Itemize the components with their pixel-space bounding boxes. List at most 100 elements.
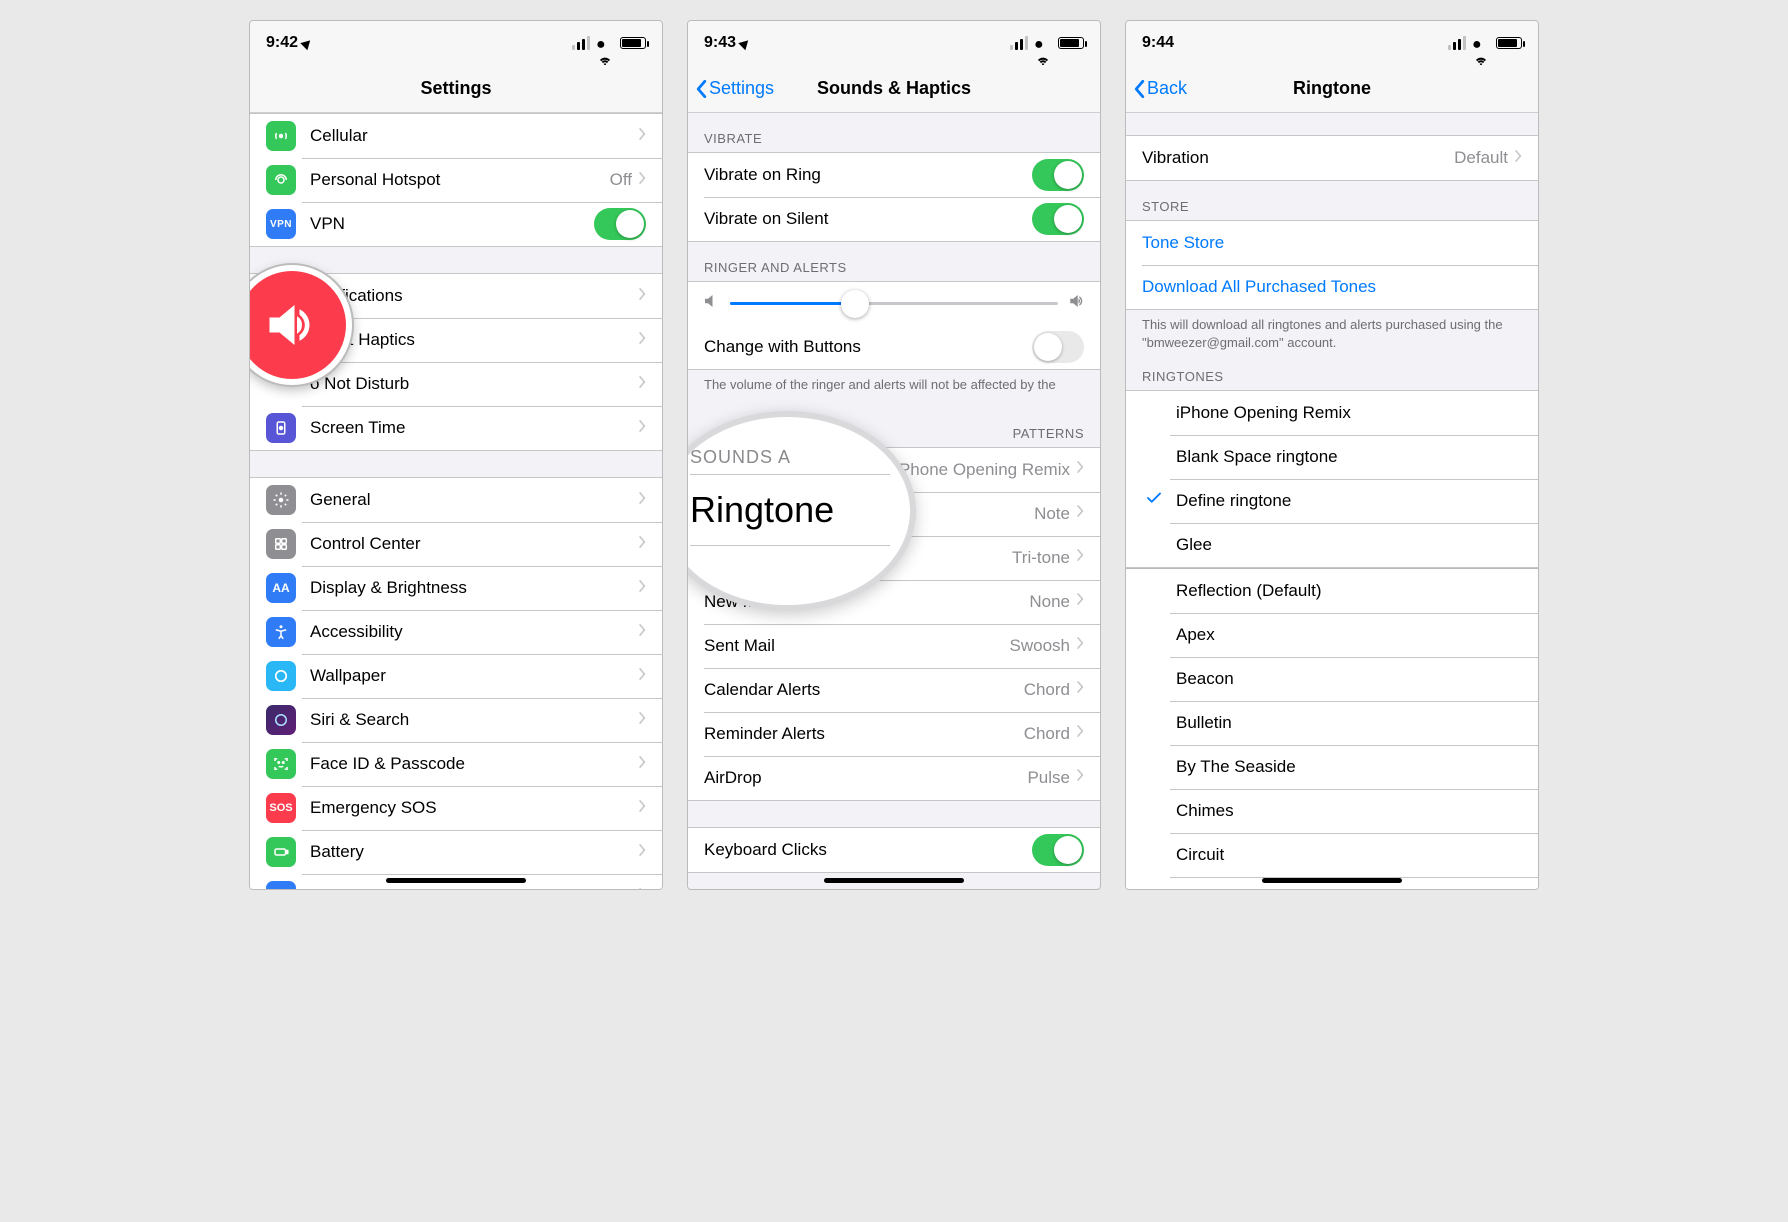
row-personal-hotspot[interactable]: Personal Hotspot Off	[250, 158, 662, 202]
chevron-right-icon	[1076, 724, 1084, 743]
chevron-right-icon	[638, 127, 646, 146]
ringtone-row[interactable]: Glee	[1126, 523, 1538, 567]
row-cellular[interactable]: Cellular	[250, 114, 662, 158]
row-battery[interactable]: Battery	[250, 830, 662, 874]
row-display[interactable]: AA Display & Brightness	[250, 566, 662, 610]
chevron-right-icon	[1076, 460, 1084, 479]
display-icon: AA	[266, 573, 296, 603]
row-screen-time[interactable]: Screen Time	[250, 406, 662, 450]
row-wallpaper[interactable]: Wallpaper	[250, 654, 662, 698]
back-label: Back	[1147, 78, 1187, 99]
vpn-toggle[interactable]	[594, 208, 646, 240]
speaker-icon	[262, 295, 322, 355]
row-control-center[interactable]: Control Center	[250, 522, 662, 566]
sos-icon: SOS	[266, 793, 296, 823]
vibrate-ring-toggle[interactable]	[1032, 159, 1084, 191]
chevron-right-icon	[1076, 768, 1084, 787]
home-indicator[interactable]	[386, 878, 526, 883]
ringtone-label: Glee	[1176, 535, 1522, 555]
navbar: Back Ringtone	[1126, 65, 1538, 113]
hotspot-value: Off	[610, 170, 632, 190]
ringtone-row[interactable]: Chimes	[1126, 789, 1538, 833]
chevron-right-icon	[638, 491, 646, 510]
texttone-value: Note	[1034, 504, 1070, 524]
row-accessibility[interactable]: Accessibility	[250, 610, 662, 654]
keyboard-clicks-toggle[interactable]	[1032, 834, 1084, 866]
location-icon	[300, 36, 313, 49]
chevron-right-icon	[638, 331, 646, 350]
volume-track[interactable]	[730, 302, 1058, 305]
row-general[interactable]: General	[250, 478, 662, 522]
home-indicator[interactable]	[824, 878, 964, 883]
ringtone-label: iPhone Opening Remix	[1176, 403, 1522, 423]
row-download-all[interactable]: Download All Purchased Tones	[1126, 265, 1538, 309]
ringtone-row[interactable]: iPhone Opening Remix	[1126, 391, 1538, 435]
row-vpn[interactable]: VPN VPN	[250, 202, 662, 246]
battery-icon	[620, 37, 646, 49]
navbar: Settings	[250, 65, 662, 113]
ringtone-label: Chimes	[1176, 801, 1522, 821]
ringtone-row[interactable]: Bulletin	[1126, 701, 1538, 745]
chevron-right-icon	[638, 287, 646, 306]
home-indicator[interactable]	[1262, 878, 1402, 883]
ringtone-label: Apex	[1176, 625, 1522, 645]
row-vibration[interactable]: Vibration Default	[1126, 136, 1538, 180]
chevron-right-icon	[1076, 548, 1084, 567]
cellular-icon	[266, 121, 296, 151]
ringtone-row[interactable]: Define ringtone	[1126, 479, 1538, 523]
row-tone-store[interactable]: Tone Store	[1126, 221, 1538, 265]
chevron-left-icon	[696, 80, 707, 98]
battery-icon	[1058, 37, 1084, 49]
screen-ringtone: 9:44 Back Ringtone Vibration Default STO…	[1125, 20, 1539, 890]
ringtone-row[interactable]: Beacon	[1126, 657, 1538, 701]
screen-settings: 9:42 Settings Cellular Pers	[249, 20, 663, 890]
section-vibrate: VIBRATE	[688, 113, 1100, 152]
ringtone-row[interactable]: Circuit	[1126, 833, 1538, 877]
page-title: Settings	[420, 78, 491, 99]
hotspot-icon	[266, 165, 296, 195]
settings-list[interactable]: Cellular Personal Hotspot Off VPN VPN	[250, 113, 662, 889]
battery-icon	[1496, 37, 1522, 49]
screen-sounds-haptics: 9:43 Settings Sounds & Haptics VIBRATE V…	[687, 20, 1101, 890]
page-title: Ringtone	[1293, 78, 1371, 99]
row-sent-mail[interactable]: Sent Mail Swoosh	[688, 624, 1100, 668]
row-airdrop[interactable]: AirDrop Pulse	[688, 756, 1100, 800]
ringtone-row[interactable]: Blank Space ringtone	[1126, 435, 1538, 479]
ringtone-label: Define ringtone	[1176, 491, 1522, 511]
check-icon	[1142, 489, 1166, 513]
privacy-icon	[266, 881, 296, 889]
vibrate-silent-toggle[interactable]	[1032, 203, 1084, 235]
ringtone-label: Blank Space ringtone	[1176, 447, 1522, 467]
wifi-icon	[1472, 36, 1490, 50]
ringer-volume-slider[interactable]	[688, 282, 1100, 325]
siri-icon	[266, 705, 296, 735]
row-vibrate-silent[interactable]: Vibrate on Silent	[688, 197, 1100, 241]
ringtone-row[interactable]: Reflection (Default)	[1126, 569, 1538, 613]
cell-signal-icon	[1010, 36, 1028, 50]
chevron-left-icon	[1134, 80, 1145, 98]
row-change-buttons[interactable]: Change with Buttons	[688, 325, 1100, 369]
row-faceid[interactable]: Face ID & Passcode	[250, 742, 662, 786]
change-buttons-toggle[interactable]	[1032, 331, 1084, 363]
chevron-right-icon	[638, 799, 646, 818]
back-button[interactable]: Back	[1134, 78, 1187, 99]
chevron-right-icon	[638, 887, 646, 890]
row-calendar-alerts[interactable]: Calendar Alerts Chord	[688, 668, 1100, 712]
cell-signal-icon	[1448, 36, 1466, 50]
row-keyboard-clicks[interactable]: Keyboard Clicks	[688, 828, 1100, 872]
ringtone-list[interactable]: Vibration Default STORE Tone Store Downl…	[1126, 113, 1538, 889]
row-vibrate-ring[interactable]: Vibrate on Ring	[688, 153, 1100, 197]
ringtone-label: Bulletin	[1176, 713, 1522, 733]
row-siri[interactable]: Siri & Search	[250, 698, 662, 742]
chevron-right-icon	[1076, 592, 1084, 611]
speaker-high-icon	[1068, 292, 1086, 315]
row-reminder-alerts[interactable]: Reminder Alerts Chord	[688, 712, 1100, 756]
back-label: Settings	[709, 78, 774, 99]
back-button[interactable]: Settings	[696, 78, 774, 99]
battery-icon	[266, 837, 296, 867]
ringtone-row[interactable]: By The Seaside	[1126, 745, 1538, 789]
wifi-icon	[596, 36, 614, 50]
chevron-right-icon	[638, 419, 646, 438]
ringtone-row[interactable]: Apex	[1126, 613, 1538, 657]
row-sos[interactable]: SOS Emergency SOS	[250, 786, 662, 830]
